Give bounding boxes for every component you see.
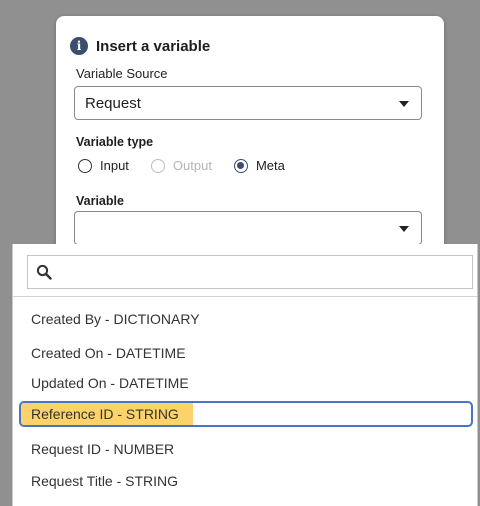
- radio-input[interactable]: Input: [78, 158, 129, 173]
- option-updated-on[interactable]: Updated On - DATETIME: [19, 371, 473, 397]
- option-label: Created By - DICTIONARY: [31, 311, 200, 327]
- search-box[interactable]: [27, 255, 473, 289]
- search-input[interactable]: [58, 262, 462, 284]
- radio-meta-circle[interactable]: [233, 158, 248, 173]
- variable-select[interactable]: [74, 211, 422, 245]
- option-label: Request Title - STRING: [31, 473, 179, 489]
- variable-source-value: Request: [85, 95, 141, 112]
- option-label: Request ID - NUMBER: [31, 441, 175, 457]
- radio-meta-label: Meta: [255, 158, 285, 173]
- option-reference-id[interactable]: Reference ID - STRING: [19, 401, 473, 427]
- search-icon: [36, 264, 52, 280]
- radio-input-circle[interactable]: [78, 158, 92, 173]
- variable-type-label: Variable type: [76, 135, 154, 149]
- variable-dropdown-list: Created By - DICTIONARY Created On - DAT…: [12, 244, 478, 506]
- divider: [13, 296, 477, 297]
- chevron-down-icon: [399, 101, 409, 107]
- option-request-title[interactable]: Request Title - STRING: [19, 469, 473, 495]
- variable-type-radio-group: Input Output Meta: [78, 158, 307, 173]
- variable-source-select[interactable]: Request: [74, 86, 422, 120]
- variable-source-label: Variable Source: [76, 66, 168, 81]
- radio-output-label: Output: [172, 158, 212, 173]
- radio-output-circle: [150, 158, 165, 173]
- option-label: Updated On - DATETIME: [31, 375, 189, 391]
- option-created-on[interactable]: Created On - DATETIME: [19, 341, 473, 367]
- option-label: Reference ID - STRING: [21, 403, 193, 425]
- radio-input-label: Input: [100, 158, 129, 173]
- dialog-header: i Insert a variable: [70, 37, 210, 55]
- option-created-by[interactable]: Created By - DICTIONARY: [19, 307, 473, 333]
- info-icon: i: [70, 37, 88, 55]
- radio-meta[interactable]: Meta: [233, 158, 285, 173]
- dialog-title: Insert a variable: [96, 37, 211, 55]
- radio-output: Output: [150, 158, 212, 173]
- option-request-id[interactable]: Request ID - NUMBER: [19, 437, 473, 463]
- variable-label: Variable: [76, 194, 124, 208]
- chevron-down-icon: [399, 226, 409, 232]
- option-label: Created On - DATETIME: [31, 345, 186, 361]
